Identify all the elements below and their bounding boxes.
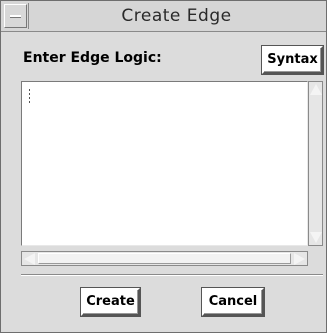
button-separator bbox=[21, 274, 323, 276]
triangle-up-icon[interactable] bbox=[310, 84, 322, 95]
horizontal-scroll-thumb[interactable] bbox=[38, 253, 291, 264]
triangle-down-icon[interactable] bbox=[310, 232, 322, 243]
vertical-scrollbar[interactable] bbox=[308, 81, 323, 246]
text-cursor bbox=[27, 89, 32, 105]
syntax-button[interactable]: Syntax bbox=[261, 45, 324, 75]
edge-logic-textarea[interactable] bbox=[21, 81, 308, 246]
create-edge-dialog: Create Edge Enter Edge Logic: Syntax Cre… bbox=[0, 0, 327, 333]
create-button[interactable]: Create bbox=[80, 287, 141, 317]
edge-logic-label: Enter Edge Logic: bbox=[23, 50, 162, 66]
triangle-right-icon[interactable] bbox=[294, 253, 305, 265]
window-title: Create Edge bbox=[121, 6, 232, 26]
minus-bar-icon bbox=[10, 15, 21, 18]
triangle-left-icon[interactable] bbox=[24, 253, 35, 265]
horizontal-scrollbar[interactable] bbox=[21, 251, 308, 266]
cancel-button[interactable]: Cancel bbox=[201, 287, 265, 317]
window-menu-button[interactable] bbox=[4, 4, 27, 28]
title-bar[interactable]: Create Edge bbox=[1, 1, 326, 32]
